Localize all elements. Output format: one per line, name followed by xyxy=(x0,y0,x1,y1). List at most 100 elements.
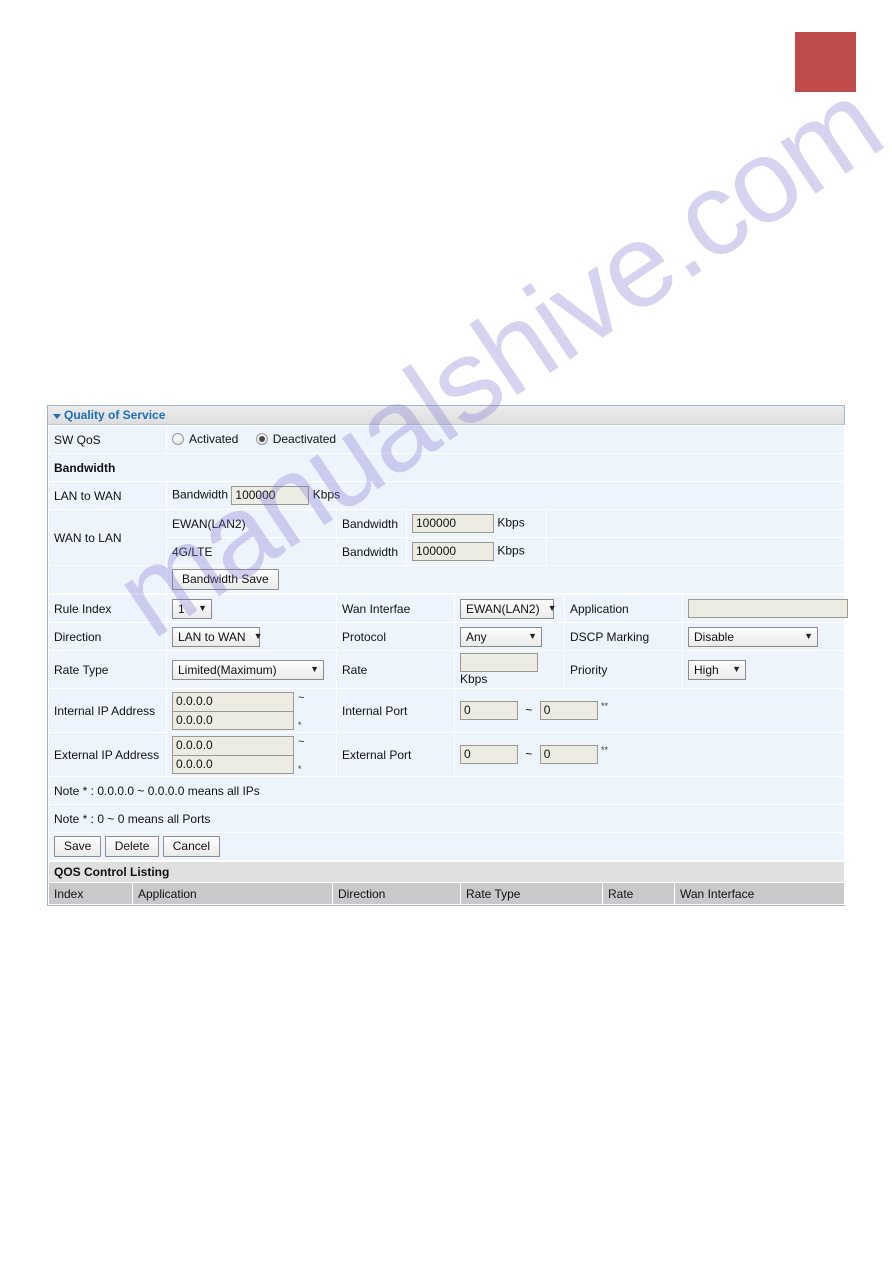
delete-button[interactable]: Delete xyxy=(104,836,160,857)
internal-ip-to-input[interactable] xyxy=(172,710,294,730)
radio-activated-icon[interactable] xyxy=(172,432,184,445)
internal-ip-inputs xyxy=(172,691,294,730)
wan-to-lan-row-1-input[interactable] xyxy=(412,542,494,561)
row-actions: Save Delete Cancel xyxy=(48,832,845,861)
listing-col-direction: Direction xyxy=(332,882,461,905)
rule-index-label: Rule Index xyxy=(48,594,167,623)
dscp-marking-value-cell: Disable ▼ xyxy=(682,622,845,651)
row-rate-type: Rate Type Limited(Maximum) ▼ Rate Kbps P… xyxy=(48,650,845,689)
external-ip-marks: ~ * xyxy=(298,736,304,774)
bandwidth-save-spacer xyxy=(48,565,167,594)
radio-deactivated[interactable]: Deactivated xyxy=(255,431,337,446)
priority-select[interactable]: High ▼ xyxy=(688,659,746,680)
internal-ip-from-input[interactable] xyxy=(172,691,294,711)
wan-to-lan-row-0-input[interactable] xyxy=(412,514,494,533)
note-all-ips: Note * : 0.0.0.0 ~ 0.0.0.0 means all IPs xyxy=(48,776,845,805)
red-color-block xyxy=(795,32,856,92)
external-ip-from-input[interactable] xyxy=(172,735,294,755)
internal-ip-range: ~ * xyxy=(172,691,331,730)
note-all-ports: Note * : 0 ~ 0 means all Ports xyxy=(48,804,845,833)
protocol-select[interactable]: Any ▼ xyxy=(460,626,542,647)
wan-to-lan-row-1-spacer xyxy=(545,537,846,566)
internal-port-from-input[interactable] xyxy=(460,701,518,721)
radio-activated-label: Activated xyxy=(189,431,239,446)
radio-deactivated-icon[interactable] xyxy=(255,432,268,445)
internal-port-note-mark: ** xyxy=(601,700,609,711)
row-wan-to-lan-lte: 4G/LTE Bandwidth Kbps xyxy=(49,537,846,566)
chevron-down-icon: ▼ xyxy=(528,631,537,641)
external-ip-range: ~ * xyxy=(172,735,331,774)
save-button[interactable]: Save xyxy=(54,836,102,857)
wan-interface-label: Wan Interfae xyxy=(336,594,455,623)
rate-input[interactable] xyxy=(460,653,538,672)
row-bandwidth-save: Bandwidth Save xyxy=(48,565,846,594)
bandwidth-save-button[interactable]: Bandwidth Save xyxy=(172,569,279,590)
radio-activated[interactable]: Activated xyxy=(172,432,238,446)
radio-deactivated-label: Deactivated xyxy=(272,431,337,446)
bandwidth-table: SW QoS Activated Deactivated Bandwidth L… xyxy=(47,425,846,594)
priority-value: High xyxy=(694,662,719,677)
application-input[interactable] xyxy=(688,599,848,618)
row-rule-index: Rule Index 1 ▼ Wan Interfae EWAN(LAN2) ▼… xyxy=(48,594,848,623)
cancel-button[interactable]: Cancel xyxy=(162,836,221,857)
internal-ip-marks: ~ * xyxy=(298,692,304,730)
wan-to-lan-row-0-field-label: Bandwidth xyxy=(336,509,407,538)
panel-title: Quality of Service xyxy=(64,407,166,422)
chevron-down-icon: ▼ xyxy=(198,603,207,613)
internal-port-to-input[interactable] xyxy=(539,701,598,721)
external-port-to-input[interactable] xyxy=(539,745,598,765)
dscp-marking-select[interactable]: Disable ▼ xyxy=(688,626,818,647)
external-ip-note-mark: * xyxy=(298,763,302,774)
wan-to-lan-label: WAN to LAN xyxy=(48,509,167,566)
row-internal-ip: Internal IP Address ~ * Internal Port ~ xyxy=(48,688,845,733)
rate-type-label: Rate Type xyxy=(48,650,167,689)
listing-col-rate-type: Rate Type xyxy=(460,882,603,905)
internal-ip-note-mark: * xyxy=(298,719,302,730)
external-port-from-input[interactable] xyxy=(460,745,518,765)
dscp-marking-value: Disable xyxy=(694,629,735,644)
lan-to-wan-label: LAN to WAN xyxy=(48,481,167,510)
chevron-down-icon: ▼ xyxy=(310,664,319,674)
external-ip-value-cell: ~ * xyxy=(166,732,337,777)
internal-port-value-cell: ~ ** xyxy=(454,688,845,733)
rate-type-select[interactable]: Limited(Maximum) ▼ xyxy=(172,659,324,680)
external-ip-to-input[interactable] xyxy=(172,754,294,774)
row-note-ports: Note * : 0 ~ 0 means all Ports xyxy=(48,804,845,833)
wan-to-lan-row-0-unit: Kbps xyxy=(497,515,525,530)
external-port-note-mark: ** xyxy=(601,744,609,755)
direction-select[interactable]: LAN to WAN ▼ xyxy=(172,626,263,647)
rate-type-value: Limited(Maximum) xyxy=(178,662,277,677)
wan-interface-value: EWAN(LAN2) xyxy=(466,601,540,616)
application-value-cell xyxy=(682,594,848,623)
quality-of-service-panel: Quality of Service SW QoS Activated Deac… xyxy=(47,405,848,906)
direction-value-cell: LAN to WAN ▼ xyxy=(166,622,337,651)
sw-qos-options: Activated Deactivated xyxy=(165,425,846,454)
rate-unit: Kbps xyxy=(460,672,488,686)
external-port-label: External Port xyxy=(336,732,455,777)
rule-table: Rule Index 1 ▼ Wan Interfae EWAN(LAN2) ▼… xyxy=(48,594,848,861)
dscp-marking-label: DSCP Marking xyxy=(564,622,683,651)
collapse-caret-icon[interactable] xyxy=(53,413,61,419)
panel-header[interactable]: Quality of Service xyxy=(48,406,844,425)
lan-to-wan-bandwidth-input[interactable] xyxy=(231,486,310,505)
chevron-down-icon: ▼ xyxy=(547,603,557,613)
listing-col-index: Index xyxy=(48,882,133,905)
wan-interface-select[interactable]: EWAN(LAN2) ▼ xyxy=(460,598,557,619)
listing-title-row: QOS Control Listing xyxy=(47,861,846,883)
row-wan-to-lan-ewan: WAN to LAN EWAN(LAN2) Bandwidth Kbps xyxy=(48,509,846,566)
lan-to-wan-unit: Kbps xyxy=(312,487,341,502)
rule-index-select[interactable]: 1 ▼ xyxy=(172,598,212,619)
lan-to-wan-fields: Bandwidth Kbps xyxy=(165,481,846,510)
listing-header-row: Index Application Direction Rate Type Ra… xyxy=(48,882,846,905)
priority-label: Priority xyxy=(564,650,683,689)
listing-title: QOS Control Listing xyxy=(47,861,846,883)
external-port-separator: ~ xyxy=(525,746,533,761)
chevron-down-icon: ▼ xyxy=(804,631,813,641)
protocol-label: Protocol xyxy=(336,622,455,651)
row-lan-to-wan: LAN to WAN Bandwidth Kbps xyxy=(48,481,846,510)
row-note-ips: Note * : 0.0.0.0 ~ 0.0.0.0 means all IPs xyxy=(48,776,845,805)
wan-to-lan-row-1-field-label: Bandwidth xyxy=(336,537,407,566)
internal-ip-value-cell: ~ * xyxy=(166,688,337,733)
direction-label: Direction xyxy=(48,622,167,651)
listing-col-rate: Rate xyxy=(602,882,675,905)
